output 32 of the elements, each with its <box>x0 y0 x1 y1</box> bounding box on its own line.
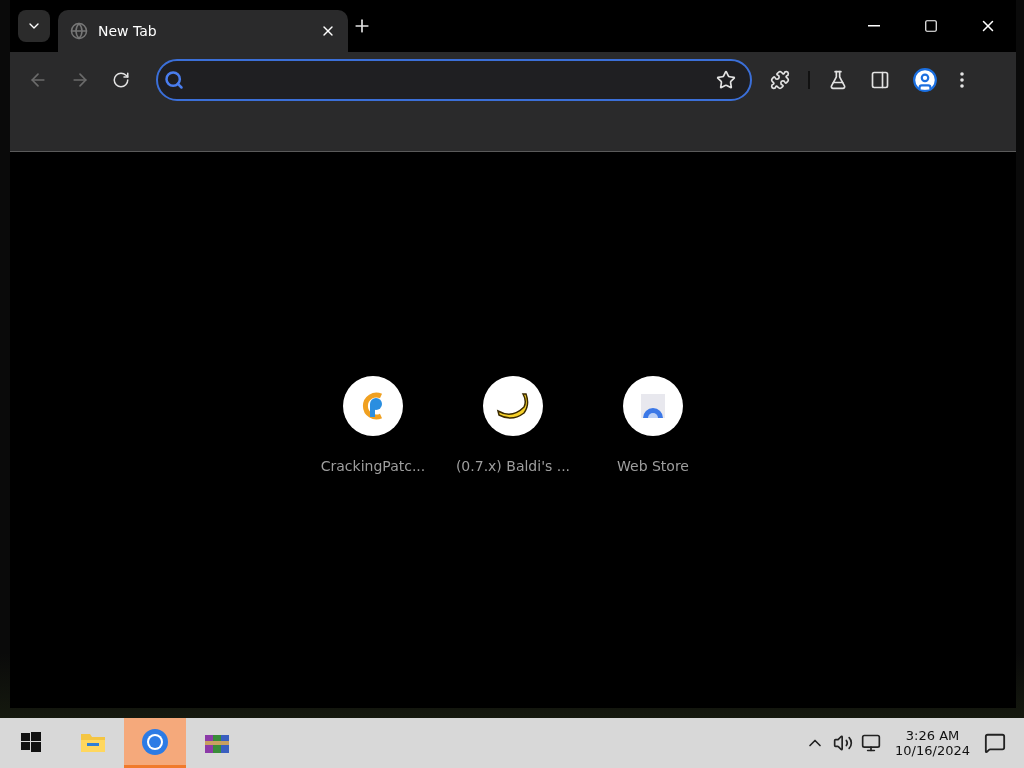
globe-icon <box>70 22 88 40</box>
banana-icon <box>496 391 530 421</box>
shortcut-title: (0.7.x) Baldi's ... <box>455 458 571 474</box>
menu-icon <box>960 72 964 88</box>
tab-title: New Tab <box>98 23 158 39</box>
speaker-icon <box>833 733 854 753</box>
web-store-icon <box>638 391 668 421</box>
notification-icon <box>984 732 1006 754</box>
taskbar-app[interactable] <box>124 718 186 768</box>
clock[interactable]: 3:26 AM 10/16/2024 <box>895 728 970 758</box>
reload-icon <box>112 71 130 89</box>
maximize-icon <box>923 19 938 33</box>
date-text: 10/16/2024 <box>895 743 970 758</box>
windows-icon <box>21 731 41 752</box>
flask-icon <box>828 70 848 90</box>
shortcut-title: CrackingPatc... <box>320 458 426 474</box>
shortcut-tile[interactable]: CrackingPatc... <box>303 376 443 474</box>
tab-search-button[interactable] <box>18 10 50 42</box>
bookmark-star-icon[interactable] <box>716 70 736 90</box>
browser-tab[interactable]: New Tab <box>58 10 348 52</box>
profile-icon <box>912 67 938 93</box>
shortcut-tile[interactable]: (0.7.x) Baldi's ... <box>443 376 583 474</box>
monitor-icon <box>861 733 882 753</box>
time-text: 3:26 AM <box>905 728 960 743</box>
search-icon <box>164 70 184 90</box>
shortcut-title: Web Store <box>617 458 689 474</box>
side-panel-icon <box>870 70 890 90</box>
address-field[interactable] <box>156 59 752 101</box>
puzzle-icon <box>770 70 790 90</box>
minimize-icon <box>867 25 880 27</box>
shortcut-tile[interactable]: Web Store <box>583 376 723 474</box>
browser-icon <box>141 727 169 756</box>
